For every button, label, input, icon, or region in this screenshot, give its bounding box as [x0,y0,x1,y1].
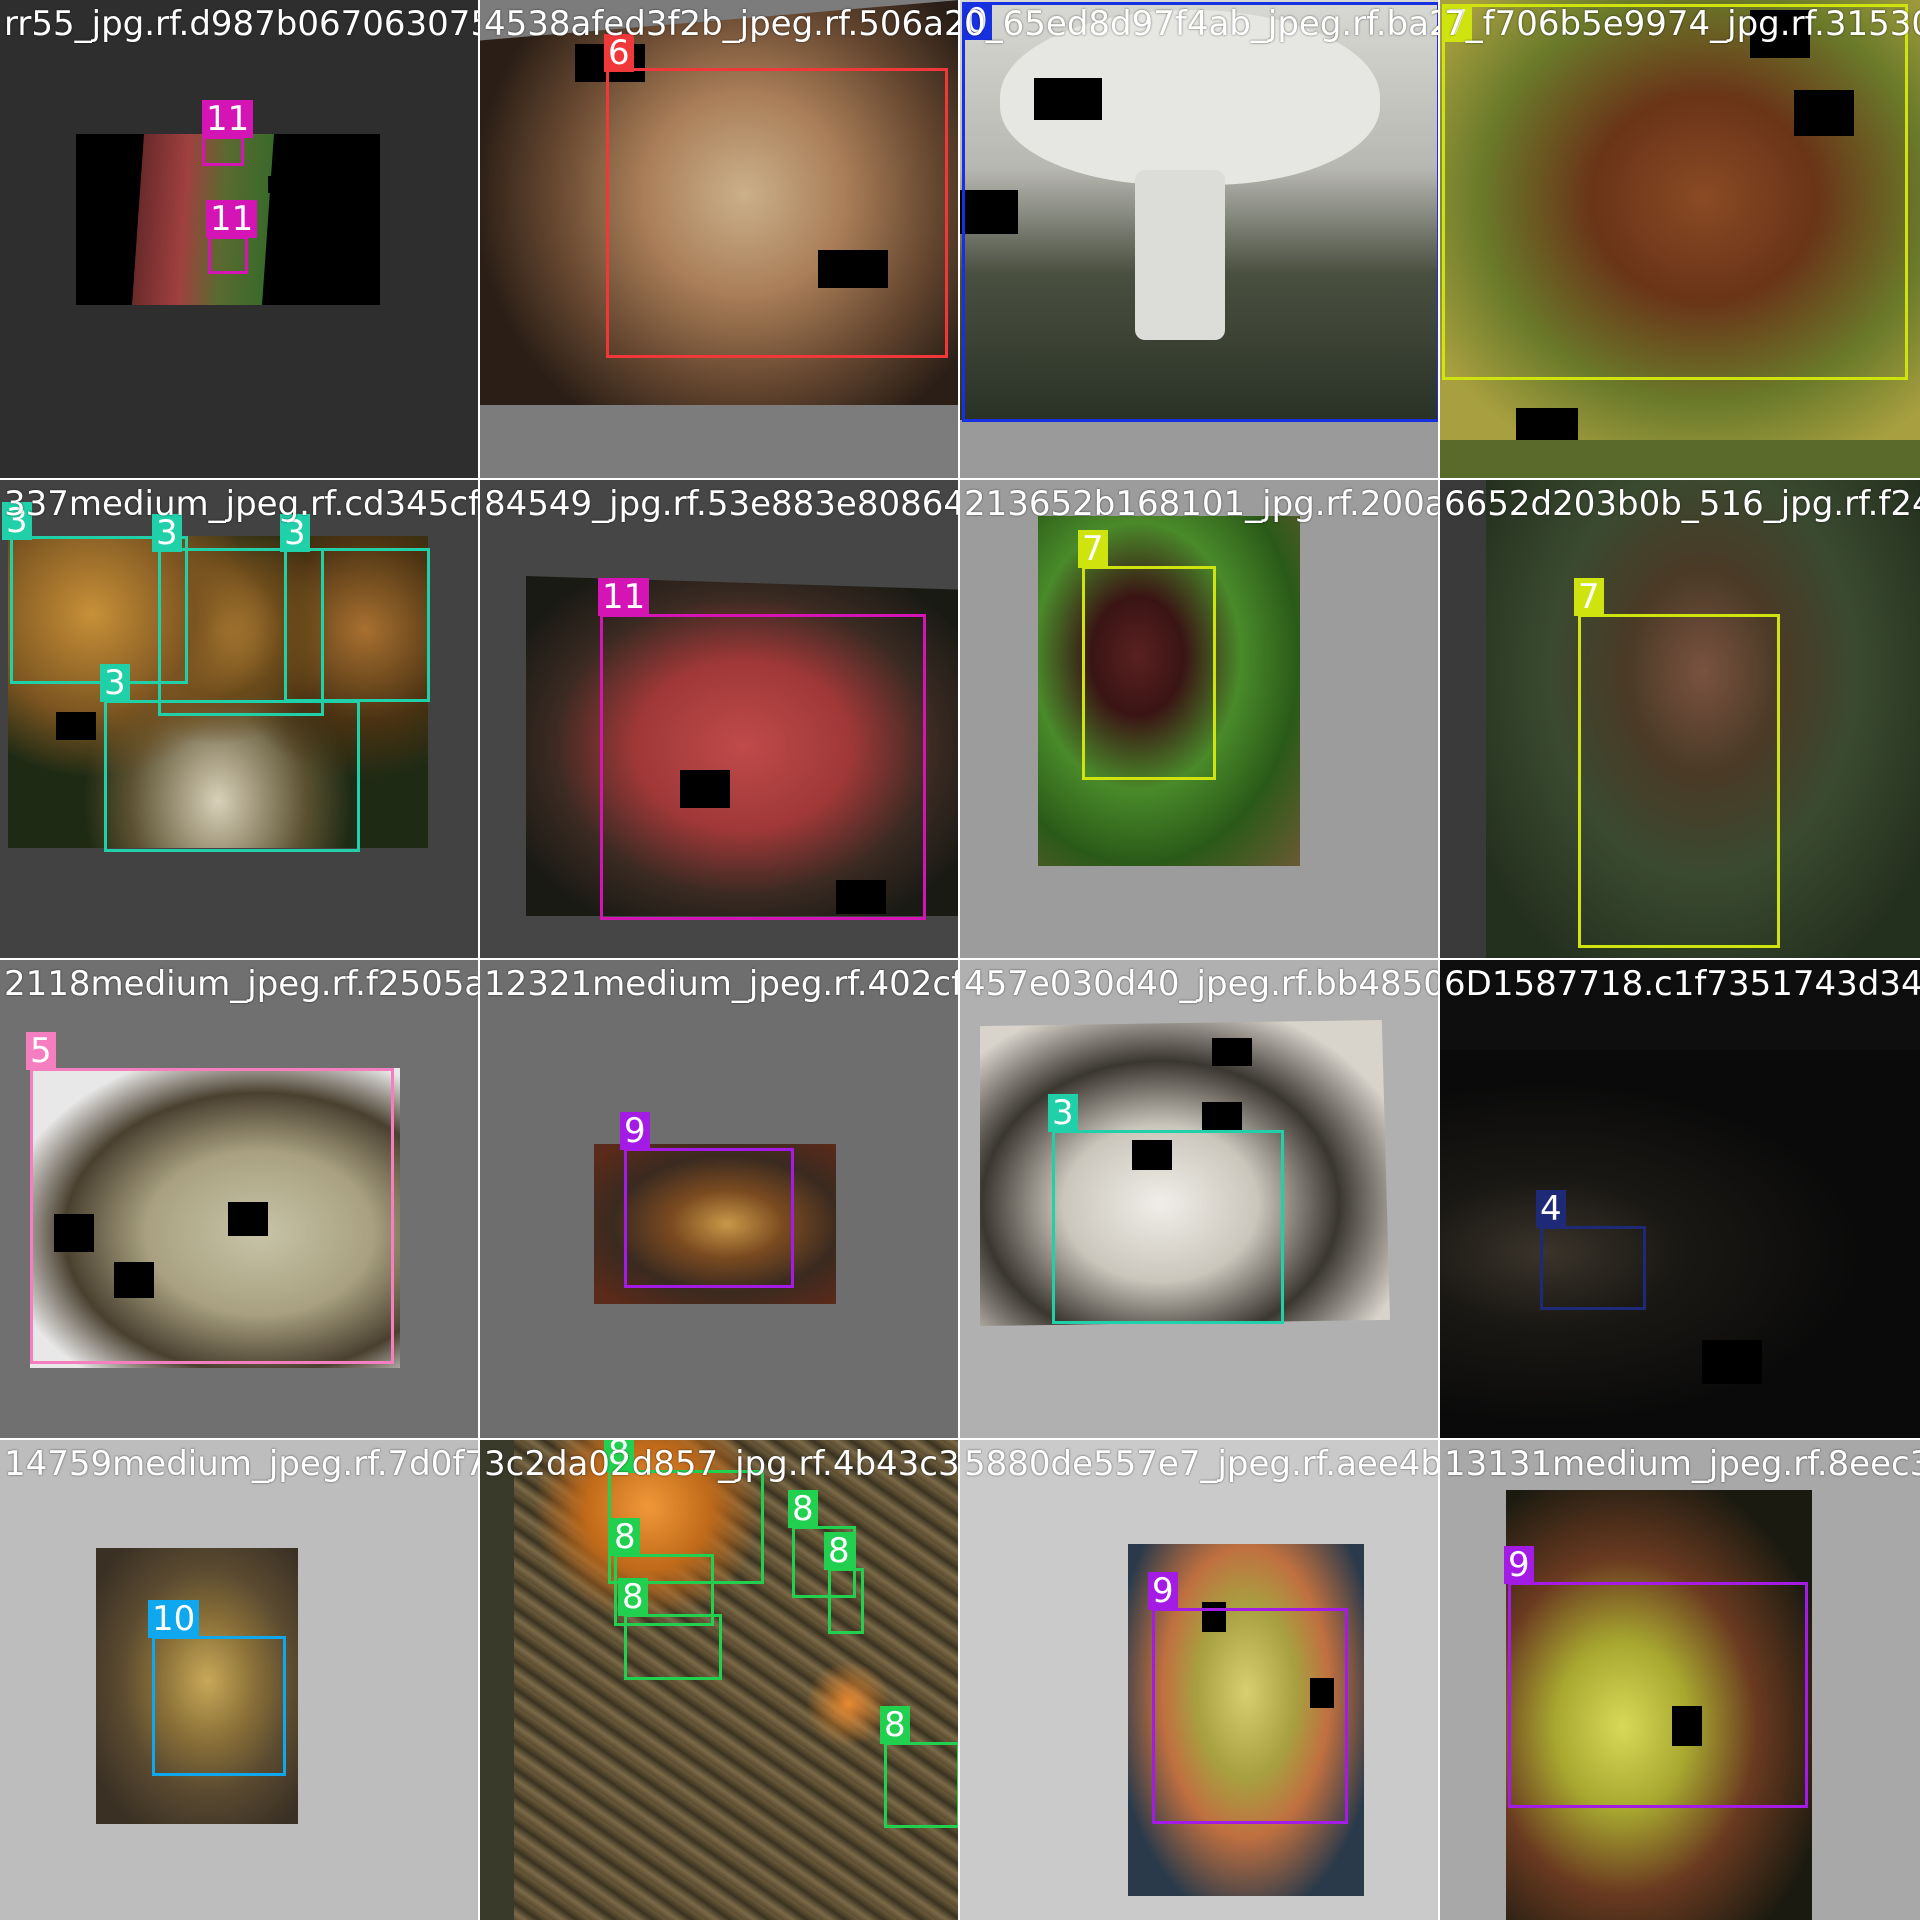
class-label-6: 8 [880,1706,910,1744]
tile-3: 0 0_65ed8d97f4ab_jpeg.rf.ba26c5 [960,0,1440,480]
tile-4: 7 7_f706b5e9974_jpg.rf.315307 [1440,0,1920,480]
bbox-3 [284,548,430,702]
class-label-4: 3 [100,664,130,702]
filename: 12321medium_jpeg.rf.402cf4 [484,964,960,1004]
class-label-2: 8 [610,1518,640,1556]
tile-photo [1440,1050,1920,1440]
class-label-1: 9 [620,1112,650,1150]
filename: rr55_jpg.rf.d987b067063075 [4,4,480,44]
filename: 7_f706b5e9974_jpg.rf.315307 [1444,4,1920,44]
filename: 14759medium_jpeg.rf.7d0f73 [4,1444,480,1484]
bbox-1 [600,614,926,920]
tile-6: 11 84549_jpg.rf.53e883e80864e [480,480,960,960]
class-label-1: 11 [598,578,650,616]
tile-5: 3 3 3 3 337medium_jpeg.rf.cd345cf8 [0,480,480,960]
tile-15: 9 5880de557e7_jpeg.rf.aee4b [960,1440,1440,1920]
tile-16: 9 13131medium_jpeg.rf.8eec3 [1440,1440,1920,1920]
bbox-1 [1508,1582,1808,1808]
grid-line [1438,0,1440,1920]
class-label-5: 8 [824,1532,854,1570]
tile-9: 5 2118medium_jpeg.rf.f2505ae [0,960,480,1440]
class-label-1: 9 [1148,1572,1178,1610]
bbox-1 [1052,1130,1284,1324]
bbox-5 [828,1568,864,1634]
filename: 6652d203b0b_516_jpg.rf.f244a2 [1444,484,1920,524]
class-label-1: 9 [1504,1546,1534,1584]
redaction-box [56,712,96,740]
class-label-1: 3 [1048,1094,1078,1132]
filename: 2118medium_jpeg.rf.f2505ae [4,964,480,1004]
filename: 5880de557e7_jpeg.rf.aee4b [964,1444,1440,1484]
class-label-1: 4 [1536,1190,1566,1228]
bbox-1 [202,136,244,166]
filename: 4538afed3f2b_jpeg.rf.506a20 [484,4,960,44]
tile-1: 11 11 rr55_jpg.rf.d987b067063075 [0,0,480,480]
class-label-1: 7 [1078,530,1108,568]
tile-13: 10 14759medium_jpeg.rf.7d0f73 [0,1440,480,1920]
redaction-box [1702,1340,1762,1384]
bbox-1 [1082,566,1216,780]
filename: 337medium_jpeg.rf.cd345cf8 [4,484,480,524]
bbox-1 [606,68,948,358]
class-label-1: 11 [202,100,254,138]
filename: 84549_jpg.rf.53e883e80864e [484,484,960,524]
grid-line [0,1438,1920,1440]
bbox-2 [208,236,248,274]
bbox-1 [30,1068,394,1364]
tile-12: 4 6D1587718.c1f7351743d3442 [1440,960,1920,1440]
class-label-1: 7 [1574,578,1604,616]
grid-line [0,958,1920,960]
filename: 0_65ed8d97f4ab_jpeg.rf.ba26c5 [964,4,1440,44]
bbox-1 [1540,1226,1646,1310]
redaction-box [1516,408,1578,440]
filename: 6D1587718.c1f7351743d3442 [1444,964,1920,1004]
bbox-1 [152,1636,286,1776]
bbox-1 [1442,4,1908,380]
redaction-box [1212,1038,1252,1066]
tile-14: 8 8 8 8 8 8 3c2da02d857_jpg.rf.4b43c3 [480,1440,960,1920]
filename: 13131medium_jpeg.rf.8eec3 [1444,1444,1920,1484]
bbox-4 [104,700,360,852]
tile-8: 7 6652d203b0b_516_jpg.rf.f244a2 [1440,480,1920,960]
class-label-3: 8 [618,1578,648,1616]
tile-11: 3 457e030d40_jpeg.rf.bb48506 [960,960,1440,1440]
class-label-2: 11 [206,200,258,238]
bbox-1 [1152,1608,1348,1824]
redaction-box [1202,1102,1242,1132]
class-label-1: 10 [148,1600,200,1638]
grid-line [478,0,480,1920]
filename: 3c2da02d857_jpg.rf.4b43c3 [484,1444,960,1484]
grid-line [958,0,960,1920]
bbox-1 [624,1148,794,1288]
class-label-1: 5 [26,1032,56,1070]
tile-7: 7 213652b168101_jpg.rf.200ab8 [960,480,1440,960]
redaction-box [268,176,308,193]
bbox-1 [962,2,1440,422]
filename: 213652b168101_jpg.rf.200ab8 [964,484,1440,524]
bbox-6 [884,1742,960,1828]
bbox-3 [624,1614,722,1680]
mosaic-grid: 11 11 rr55_jpg.rf.d987b067063075 6 4538a… [0,0,1920,1920]
grid-line [0,478,1920,480]
bbox-1 [1578,614,1780,948]
tile-10: 9 12321medium_jpeg.rf.402cf4 [480,960,960,1440]
class-label-4: 8 [788,1490,818,1528]
filename: 457e030d40_jpeg.rf.bb48506 [964,964,1440,1004]
tile-2: 6 4538afed3f2b_jpeg.rf.506a20 [480,0,960,480]
